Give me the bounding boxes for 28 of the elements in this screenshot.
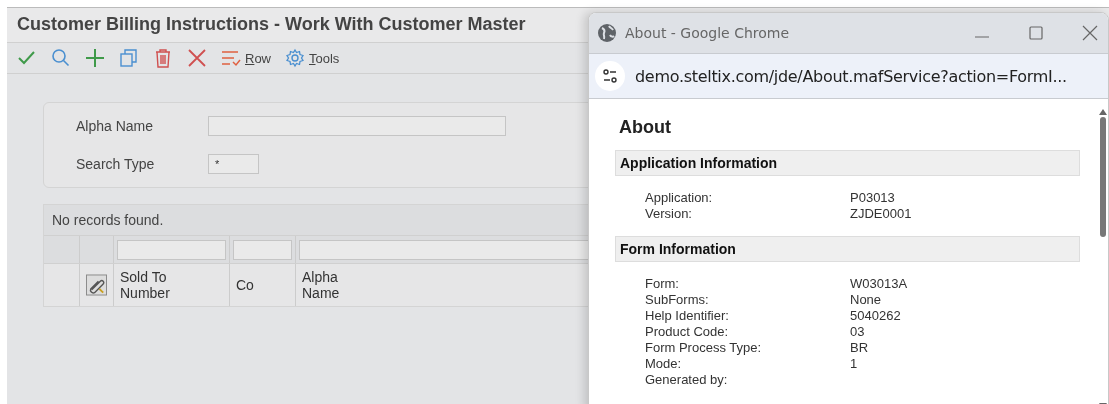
info-label: Version: xyxy=(645,206,693,222)
page-heading: About xyxy=(619,117,672,138)
info-value: P03013 xyxy=(850,190,896,206)
info-label: Form: xyxy=(645,276,680,292)
info-label: Product Code: xyxy=(645,324,730,340)
info-value: 5040262 xyxy=(850,308,902,324)
info-value: ZJDE0001 xyxy=(850,206,913,222)
info-label: Mode: xyxy=(645,356,683,372)
info-label: Generated by: xyxy=(645,372,729,388)
column-header[interactable]: Co xyxy=(230,264,296,306)
info-value: 03 xyxy=(850,324,866,340)
info-value: 1 xyxy=(850,356,859,372)
info-value: None xyxy=(850,292,883,308)
info-label: SubForms: xyxy=(645,292,710,308)
window-title: About - Google Chrome xyxy=(625,25,791,41)
info-value: BR xyxy=(850,340,870,356)
info-label: Application: xyxy=(645,190,714,206)
info-label: Form Process Type: xyxy=(645,340,763,356)
input-field[interactable]: * xyxy=(208,154,259,174)
info-value: W03013A xyxy=(850,276,909,292)
tools-button[interactable]: Tools xyxy=(279,45,348,71)
column-header[interactable]: Sold To Number xyxy=(114,264,230,306)
field-label: Search Type xyxy=(76,156,156,172)
row-button[interactable]: Row xyxy=(215,45,279,71)
section-header: Form Information xyxy=(615,236,1080,262)
info-label: Help Identifier: xyxy=(645,308,730,324)
section-header: Application Information xyxy=(615,150,1080,176)
field-label: Alpha Name xyxy=(76,118,155,134)
